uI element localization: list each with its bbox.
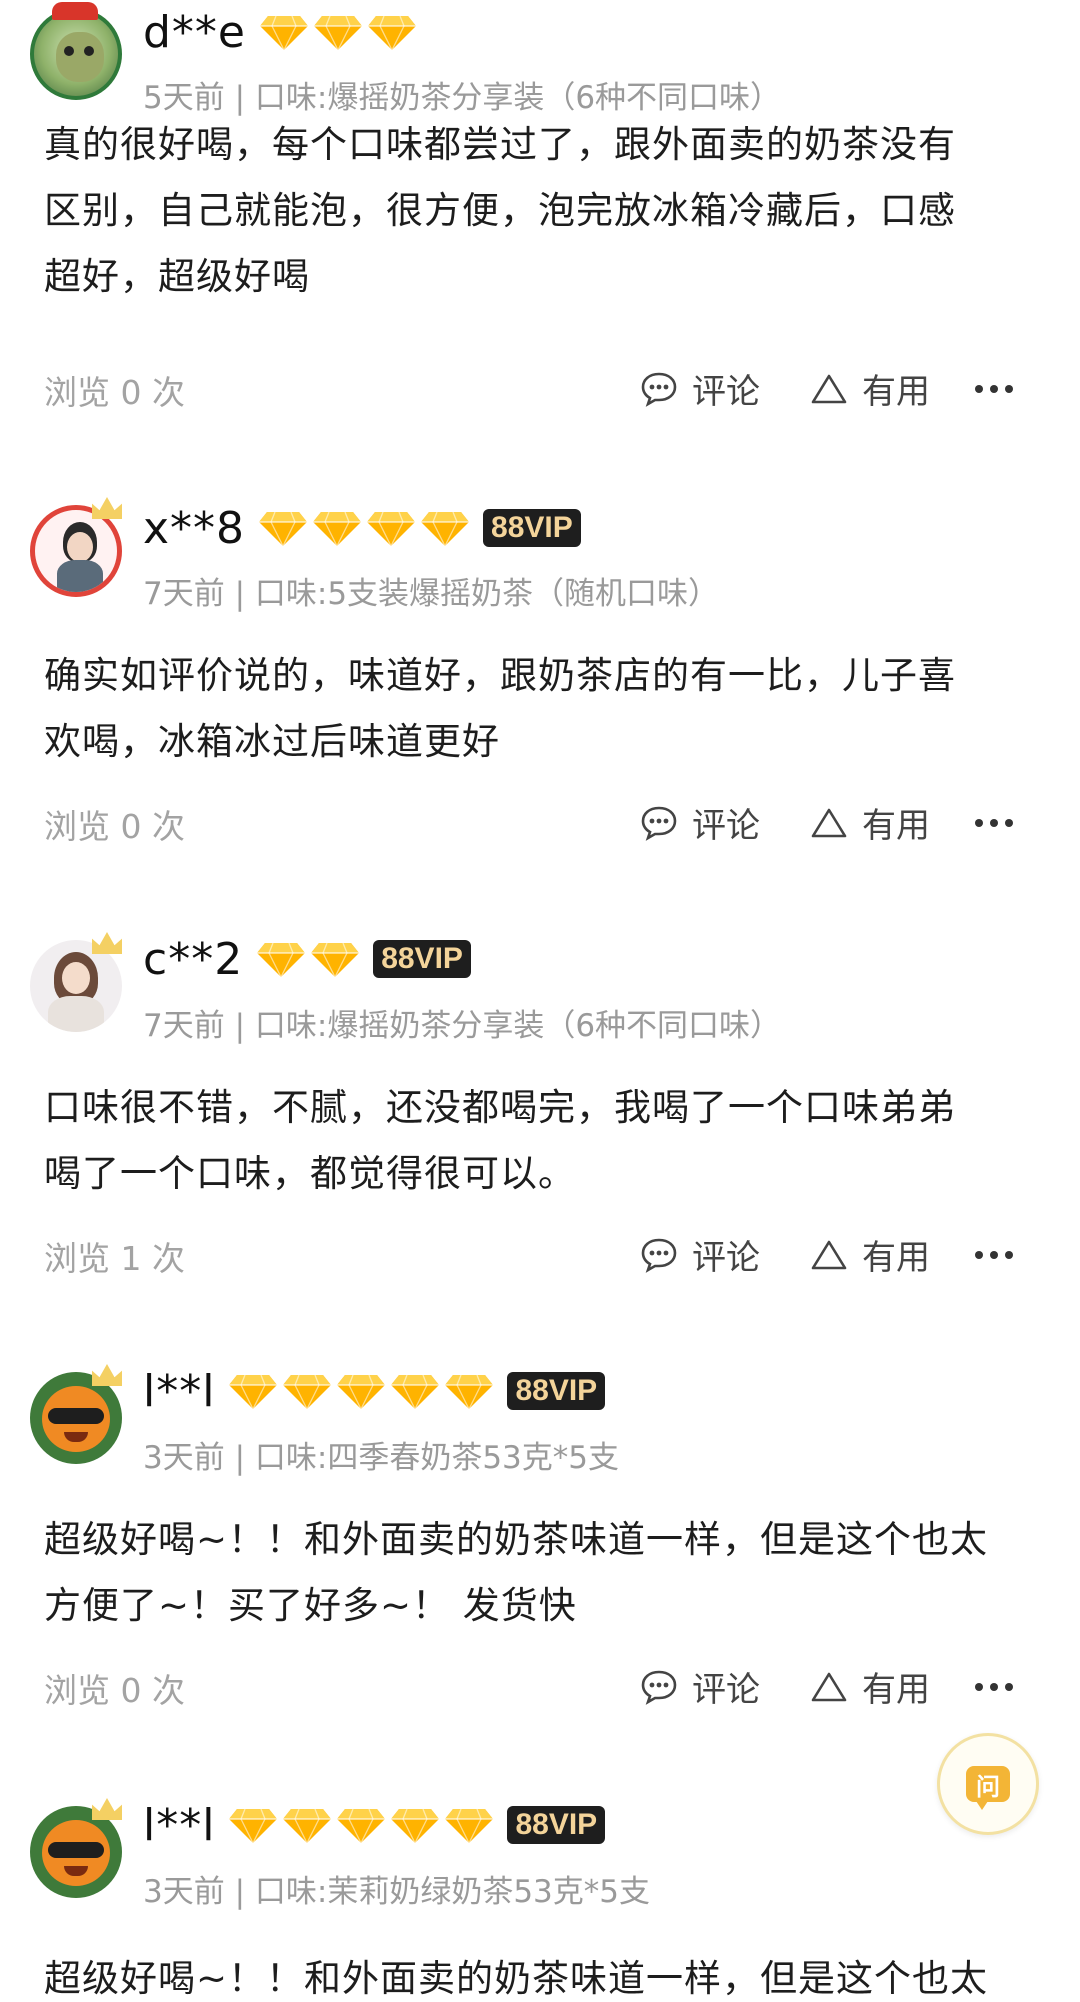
- content-line: 超好，超级好喝: [44, 255, 310, 298]
- more-options-icon[interactable]: [975, 379, 1015, 399]
- comment-label: 评论: [692, 1670, 760, 1710]
- content-line: 超级好喝~！！和外面卖的奶茶味道一样，但是这个也太: [44, 1518, 989, 1561]
- view-count: 浏览 0 次: [44, 373, 185, 412]
- content-line: 确实如评价说的，味道好，跟奶茶店的有一比，儿子喜: [44, 654, 956, 697]
- avatar[interactable]: [30, 932, 122, 1032]
- diamond-rating: [257, 508, 471, 548]
- review-content: 超级好喝~！！和外面卖的奶茶味道一样，但是这个也太: [44, 1957, 989, 2000]
- avatar[interactable]: [30, 1364, 122, 1464]
- comment-icon: [641, 372, 677, 407]
- reviewer-name: c**2: [143, 933, 244, 985]
- vip-badge: 88VIP: [507, 1806, 606, 1844]
- content-line: 区别，自己就能泡，很方便，泡完放冰箱冷藏后，口感: [44, 189, 956, 232]
- avatar[interactable]: [30, 497, 122, 597]
- comment-label: 评论: [692, 806, 760, 846]
- reviewer-name: l**l: [143, 1365, 216, 1417]
- review-meta: 3天前 | 口味:四季春奶茶53克*5支: [143, 1440, 619, 1476]
- avatar[interactable]: [30, 1798, 122, 1898]
- thumb-up-triangle-icon: [811, 1672, 847, 1701]
- comment-icon: [641, 1238, 677, 1273]
- content-line: 欢喝，冰箱冰过后味道更好: [44, 720, 500, 763]
- diamond-icon: [257, 942, 306, 979]
- view-count: 浏览 0 次: [44, 807, 185, 846]
- content-line: 真的很好喝，每个口味都尝过了，跟外面卖的奶茶没有: [44, 123, 956, 166]
- diamond-icon: [283, 1374, 332, 1411]
- diamond-rating: [227, 1371, 495, 1411]
- comment-icon: [641, 806, 677, 841]
- diamond-icon: [259, 511, 308, 548]
- diamond-icon: [313, 511, 362, 548]
- comment-icon: [641, 1670, 677, 1705]
- comment-label: 评论: [692, 1238, 760, 1278]
- review-content: 口味很不错，不腻，还没都喝完，我喝了一个口味弟弟 喝了一个口味，都觉得很可以。: [44, 1075, 1044, 1207]
- diamond-rating: [255, 939, 361, 979]
- content-line: 喝了一个口味，都觉得很可以。: [44, 1152, 576, 1195]
- question-bubble-icon: 问: [966, 1766, 1010, 1810]
- diamond-icon: [337, 1374, 386, 1411]
- comment-button[interactable]: 评论: [640, 1662, 760, 1711]
- comment-button[interactable]: 评论: [640, 1230, 760, 1279]
- useful-label: 有用: [862, 372, 930, 412]
- review-meta: 5天前 | 口味:爆摇奶茶分享装（6种不同口味）: [143, 80, 782, 116]
- diamond-icon: [391, 1374, 440, 1411]
- useful-label: 有用: [862, 806, 930, 846]
- diamond-icon: [368, 15, 416, 52]
- diamond-icon: [421, 511, 470, 548]
- diamond-icon: [367, 511, 416, 548]
- comment-label: 评论: [692, 372, 760, 412]
- diamond-rating: [227, 1805, 495, 1845]
- more-options-icon[interactable]: [975, 813, 1015, 833]
- diamond-icon: [229, 1808, 278, 1845]
- comment-button[interactable]: 评论: [640, 798, 760, 847]
- ask-label: 问: [976, 1772, 1000, 1801]
- review-meta: 7天前 | 口味:5支装爆摇奶茶（随机口味）: [143, 576, 720, 612]
- thumb-up-triangle-icon: [811, 374, 847, 403]
- diamond-icon: [445, 1374, 494, 1411]
- view-count: 浏览 0 次: [44, 1671, 185, 1710]
- useful-button[interactable]: 有用: [810, 1230, 930, 1279]
- thumb-up-triangle-icon: [811, 1240, 847, 1269]
- ask-question-button[interactable]: 问: [937, 1733, 1039, 1835]
- review-content: 超级好喝~！！和外面卖的奶茶味道一样，但是这个也太 方便了~！买了好多~！ 发货…: [44, 1507, 1044, 1639]
- content-line: 方便了~！买了好多~！ 发货快: [44, 1584, 577, 1627]
- useful-button[interactable]: 有用: [810, 364, 930, 413]
- diamond-icon: [445, 1808, 494, 1845]
- reviewer-name: x**8: [143, 502, 246, 554]
- review-content: 真的很好喝，每个口味都尝过了，跟外面卖的奶茶没有 区别，自己就能泡，很方便，泡完…: [44, 112, 1044, 310]
- diamond-icon: [314, 15, 362, 52]
- content-line: 口味很不错，不腻，还没都喝完，我喝了一个口味弟弟: [44, 1086, 956, 1129]
- review-meta: 7天前 | 口味:爆摇奶茶分享装（6种不同口味）: [143, 1008, 782, 1044]
- view-count: 浏览 1 次: [44, 1239, 185, 1278]
- thumb-up-triangle-icon: [811, 808, 847, 837]
- diamond-icon: [229, 1374, 278, 1411]
- reviewer-name: d**e: [143, 6, 246, 58]
- comment-button[interactable]: 评论: [640, 364, 760, 413]
- vip-badge: 88VIP: [507, 1372, 606, 1410]
- reviewer-name: l**l: [143, 1799, 216, 1851]
- useful-label: 有用: [862, 1670, 930, 1710]
- more-options-icon[interactable]: [975, 1245, 1015, 1265]
- useful-button[interactable]: 有用: [810, 1662, 930, 1711]
- avatar[interactable]: [30, 2, 122, 100]
- diamond-icon: [260, 15, 308, 52]
- diamond-icon: [391, 1808, 440, 1845]
- useful-label: 有用: [862, 1238, 930, 1278]
- diamond-rating: [258, 12, 418, 52]
- review-content: 确实如评价说的，味道好，跟奶茶店的有一比，儿子喜 欢喝，冰箱冰过后味道更好: [44, 643, 1044, 775]
- vip-badge: 88VIP: [483, 509, 581, 547]
- review-meta: 3天前 | 口味:茉莉奶绿奶茶53克*5支: [143, 1874, 650, 1910]
- more-options-icon[interactable]: [975, 1677, 1015, 1697]
- vip-badge: 88VIP: [373, 940, 471, 978]
- diamond-icon: [311, 942, 360, 979]
- diamond-icon: [283, 1808, 332, 1845]
- useful-button[interactable]: 有用: [810, 798, 930, 847]
- diamond-icon: [337, 1808, 386, 1845]
